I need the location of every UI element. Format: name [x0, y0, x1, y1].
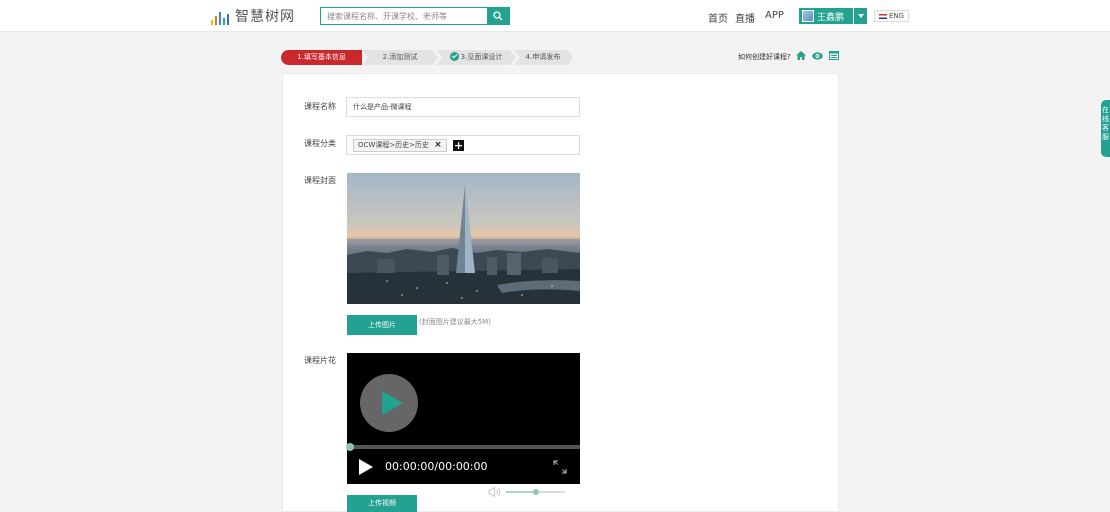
panel-toolbar — [796, 51, 839, 60]
course-category-label: 课程分类 — [304, 139, 336, 148]
home-icon[interactable] — [796, 51, 806, 60]
logo-bars-icon — [211, 11, 229, 25]
step-meeting-design[interactable]: 3.见面课设计 — [436, 50, 516, 65]
chevron-down-icon — [853, 8, 867, 24]
course-name-label: 课程名称 — [304, 102, 336, 111]
user-name: 王鑫鹏 — [817, 12, 845, 23]
course-category-field[interactable]: OCW课程>历史>历史 × + — [346, 135, 580, 155]
site-logo[interactable]: 智慧树网 — [211, 8, 295, 25]
step-label: 3.见面课设计 — [460, 53, 503, 61]
upload-video-button[interactable]: 上传视频 — [347, 495, 417, 512]
trailer-video-player[interactable]: 00:00:00/00:00:00 — [346, 353, 580, 484]
check-circle-icon — [449, 52, 459, 61]
how-to-create-link[interactable]: 如何创建好课程? — [738, 52, 791, 62]
search-input[interactable] — [321, 8, 487, 24]
upload-image-button[interactable]: 上传图片 — [347, 315, 417, 335]
uk-flag-icon — [878, 13, 887, 19]
course-cover-label: 课程封面 — [304, 176, 336, 185]
language-switch-button[interactable]: ENG — [874, 10, 909, 22]
volume-control[interactable] — [488, 486, 566, 498]
nav-home-link[interactable]: 首页 — [708, 10, 728, 25]
language-label: ENG — [888, 12, 905, 20]
nav-live-link[interactable]: 直播 — [735, 10, 755, 25]
search-icon — [493, 11, 503, 21]
course-name-field[interactable]: 什么是产品-微课程 — [346, 97, 580, 117]
list-icon[interactable] — [829, 51, 839, 60]
play-button[interactable] — [359, 459, 373, 475]
nav-app-link[interactable]: APP — [765, 10, 784, 21]
user-menu-button[interactable]: 王鑫鹏 — [799, 8, 867, 24]
add-category-button[interactable]: + — [453, 140, 465, 151]
eye-icon[interactable] — [812, 51, 823, 60]
logo-text: 智慧树网 — [235, 9, 295, 25]
top-header: 智慧树网 首页 直播 APP 王鑫鹏 ENG — [0, 0, 1110, 32]
avatar — [802, 10, 814, 22]
customer-service-tab[interactable]: 在线客服 — [1101, 100, 1110, 157]
volume-icon[interactable] — [488, 486, 501, 498]
close-icon[interactable]: × — [434, 140, 442, 151]
video-progress-bar[interactable] — [346, 443, 580, 451]
progress-handle[interactable] — [346, 443, 354, 451]
category-tag: OCW课程>历史>历史 × — [353, 139, 447, 152]
search-box — [320, 7, 510, 25]
play-icon[interactable] — [360, 374, 418, 432]
step-add-test[interactable]: 2.添加测试 — [362, 50, 438, 65]
cover-hint: (封面图片建议最大5M) — [419, 318, 491, 326]
step-label: 1.填写基本信息 — [297, 53, 346, 61]
category-tag-text: OCW课程>历史>历史 — [358, 141, 430, 149]
fullscreen-icon[interactable] — [553, 460, 567, 474]
step-label: 4.申请发布 — [525, 53, 561, 61]
video-timecode: 00:00:00/00:00:00 — [385, 460, 488, 473]
volume-handle[interactable] — [533, 489, 539, 495]
search-button[interactable] — [487, 8, 509, 24]
step-label: 2.添加测试 — [382, 53, 418, 61]
course-trailer-label: 课程片花 — [304, 356, 336, 365]
step-apply-publish[interactable]: 4.申请发布 — [514, 50, 572, 65]
course-cover-image — [347, 173, 580, 304]
step-basic-info[interactable]: 1.填写基本信息 — [281, 50, 362, 65]
